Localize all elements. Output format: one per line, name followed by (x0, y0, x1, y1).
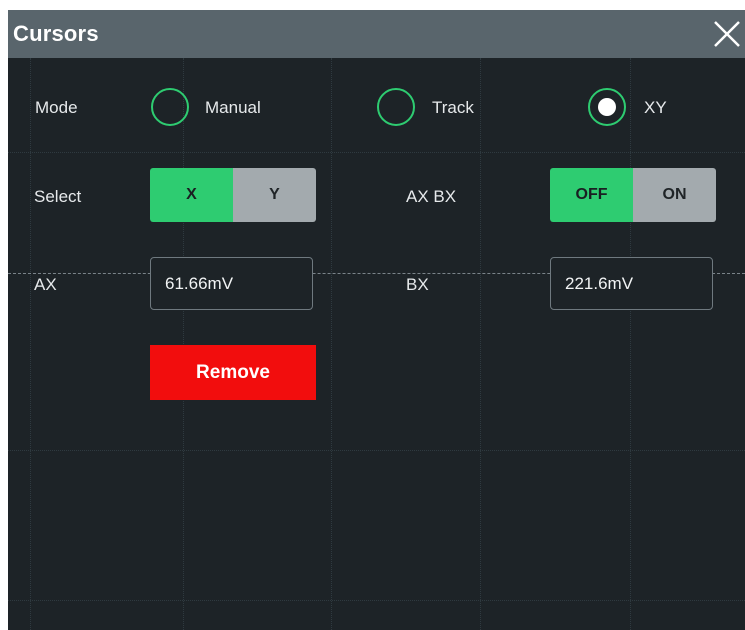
select-x-button[interactable]: X (150, 168, 233, 222)
ax-label: AX (34, 275, 57, 294)
select-toggle: X Y (150, 168, 316, 222)
mode-label: Mode (35, 98, 78, 117)
mode-option-xy-label[interactable]: XY (644, 98, 667, 118)
title-bar: Cursors (8, 10, 745, 58)
radio-selected-dot-icon (598, 98, 616, 116)
grid-line (8, 152, 745, 153)
close-button[interactable] (711, 18, 743, 50)
dialog-title: Cursors (13, 21, 99, 46)
select-label: Select (34, 187, 82, 206)
grid-line (331, 58, 332, 630)
axbx-label: AX BX (406, 187, 457, 206)
remove-button[interactable]: Remove (150, 345, 316, 400)
grid-line (183, 58, 184, 630)
axbx-off-button[interactable]: OFF (550, 168, 633, 222)
grid-line (30, 58, 31, 630)
ax-value-field[interactable]: 61.66mV (150, 257, 313, 310)
cursors-dialog: Cursors Mode Manual Track XY Select X Y … (8, 10, 745, 630)
mode-radio-manual[interactable] (151, 88, 189, 126)
close-icon (714, 21, 740, 47)
grid-line (8, 600, 745, 601)
bx-value-field[interactable]: 221.6mV (550, 257, 713, 310)
axbx-on-button[interactable]: ON (633, 168, 716, 222)
radio-ring-icon (151, 88, 189, 126)
mode-option-track-label[interactable]: Track (432, 98, 474, 118)
grid-line (8, 450, 745, 451)
radio-ring-icon (377, 88, 415, 126)
mode-option-manual-label[interactable]: Manual (205, 98, 261, 118)
axbx-toggle: OFF ON (550, 168, 716, 222)
grid-line (480, 58, 481, 630)
bx-label: BX (406, 275, 429, 294)
grid-line (630, 58, 631, 630)
mode-radio-track[interactable] (377, 88, 415, 126)
mode-radio-xy[interactable] (588, 88, 626, 126)
select-y-button[interactable]: Y (233, 168, 316, 222)
